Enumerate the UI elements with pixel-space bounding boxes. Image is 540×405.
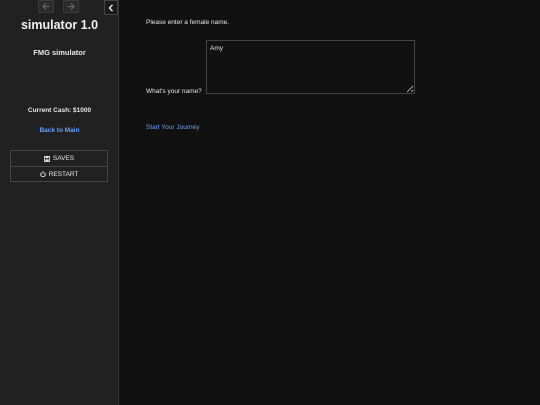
restart-label: RESTART: [48, 170, 79, 178]
passage: Please enter a female name. What's your …: [119, 0, 540, 405]
sidebar-toggle-button[interactable]: [104, 0, 118, 15]
saves-label: SAVES: [52, 155, 75, 162]
saves-button[interactable]: SAVES: [11, 151, 107, 166]
history-back-button[interactable]: [38, 0, 54, 13]
back-to-main-link[interactable]: Back to Main: [0, 127, 119, 134]
start-journey-link[interactable]: Start Your Journey: [146, 124, 199, 131]
floppy-disk-icon: [43, 155, 50, 162]
sidebar-menu: SAVES RESTART: [10, 150, 108, 182]
prompt-text: Please enter a female name.: [146, 19, 230, 26]
history-controls: [38, 0, 79, 13]
arrow-right-icon: [67, 3, 75, 10]
name-label: What's your name?: [146, 88, 202, 95]
story-title: simulator 1.0: [20, 18, 99, 32]
restart-button[interactable]: RESTART: [11, 166, 107, 181]
name-input[interactable]: Amy: [206, 40, 415, 94]
power-icon: [39, 171, 46, 177]
chevron-left-icon: [108, 0, 114, 17]
sidebar: simulator 1.0 FMG simulator Current Cash…: [0, 0, 119, 405]
current-cash: Current Cash: $1000: [27, 107, 92, 114]
story-subtitle: FMG simulator: [33, 48, 86, 57]
history-forward-button[interactable]: [63, 0, 79, 13]
arrow-left-icon: [42, 3, 50, 10]
